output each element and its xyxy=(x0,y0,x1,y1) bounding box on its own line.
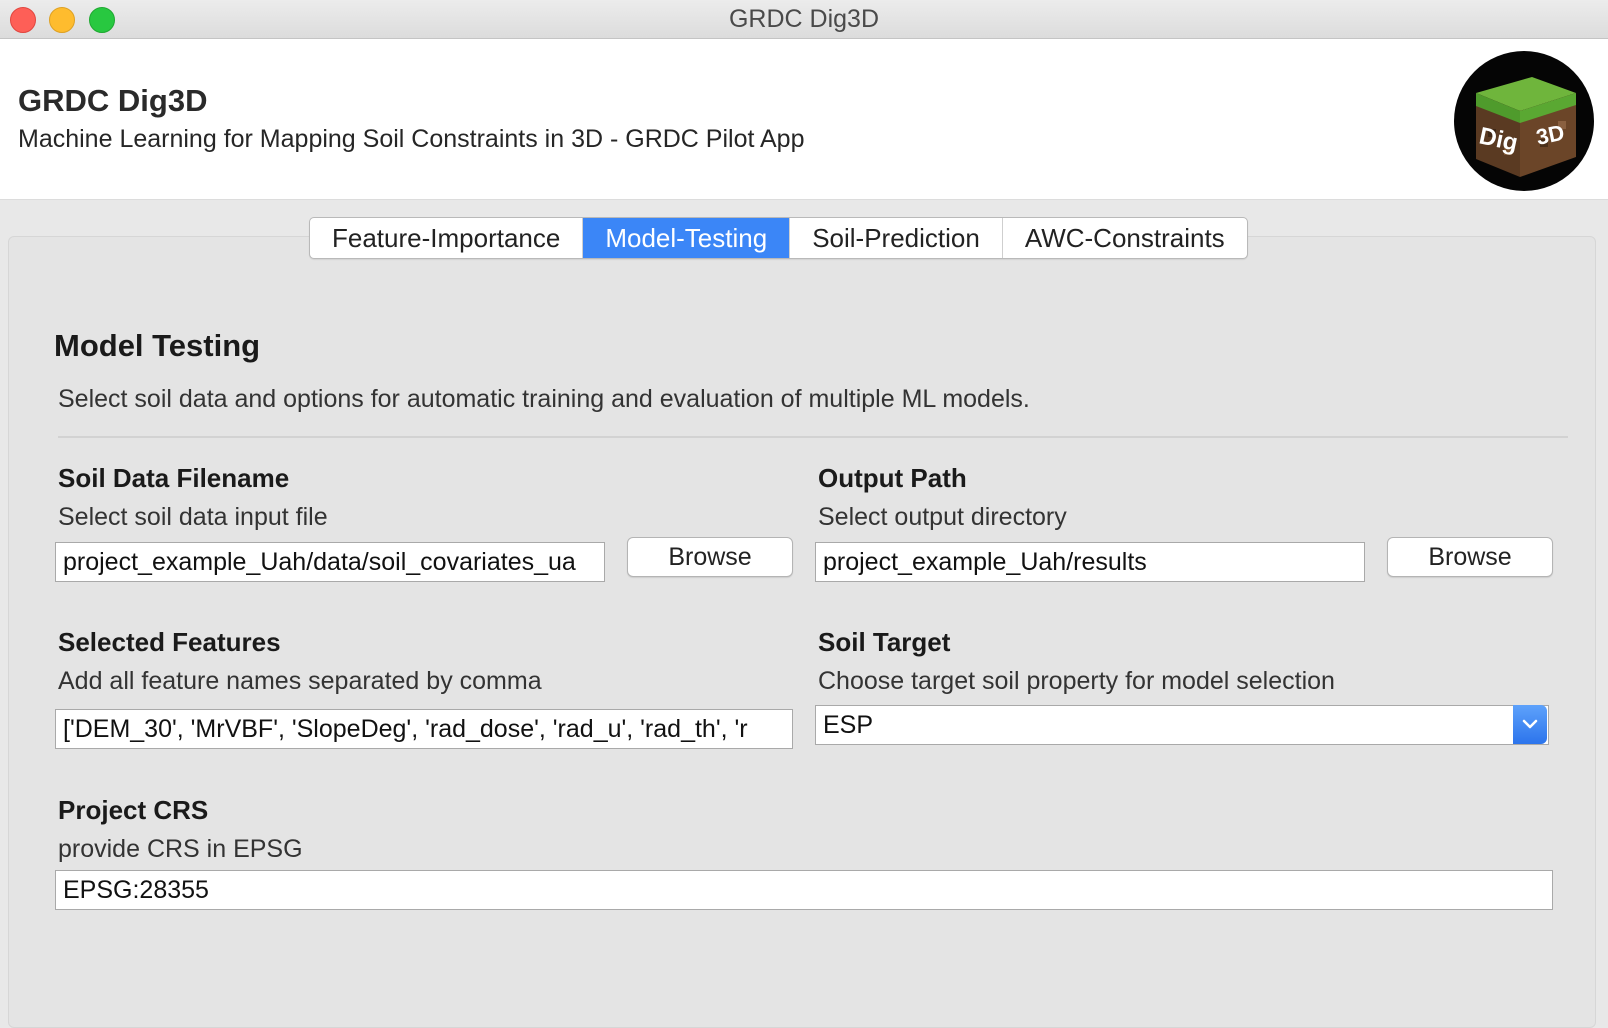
soil-target-select[interactable]: ESP xyxy=(815,705,1549,745)
tab-bar: Feature-Importance Model-Testing Soil-Pr… xyxy=(309,217,1248,259)
output-path-label: Output Path xyxy=(818,463,967,493)
dig3d-cube-icon: Dig 3D xyxy=(1476,77,1576,177)
page-description: Select soil data and options for automat… xyxy=(58,385,1030,413)
app-header: GRDC Dig3D Machine Learning for Mapping … xyxy=(0,39,1608,200)
soil-data-input[interactable]: project_example_Uah/data/soil_covariates… xyxy=(55,542,605,582)
page-title: Model Testing xyxy=(54,328,261,363)
section-divider xyxy=(58,436,1568,438)
tab-model-testing[interactable]: Model-Testing xyxy=(583,218,791,258)
soil-data-label: Soil Data Filename xyxy=(58,463,290,493)
selected-features-help: Add all feature names separated by comma xyxy=(58,667,542,695)
soil-target-help: Choose target soil property for model se… xyxy=(818,667,1335,695)
tab-soil-prediction[interactable]: Soil-Prediction xyxy=(790,218,1003,258)
chevron-down-icon[interactable] xyxy=(1513,705,1547,744)
output-path-input[interactable]: project_example_Uah/results xyxy=(815,542,1365,582)
selected-features-label: Selected Features xyxy=(58,627,281,657)
output-path-help: Select output directory xyxy=(818,503,1067,531)
window-title: GRDC Dig3D xyxy=(728,5,880,33)
project-crs-input[interactable]: EPSG:28355 xyxy=(55,870,1553,910)
app-subtitle: Machine Learning for Mapping Soil Constr… xyxy=(18,125,805,153)
window-titlebar: GRDC Dig3D xyxy=(0,0,1608,39)
soil-data-browse-button[interactable]: Browse xyxy=(627,537,793,577)
app-name: GRDC Dig3D xyxy=(18,83,208,118)
tab-awc-constraints[interactable]: AWC-Constraints xyxy=(1003,218,1247,258)
project-crs-label: Project CRS xyxy=(58,795,209,825)
output-path-browse-button[interactable]: Browse xyxy=(1387,537,1553,577)
project-crs-help: provide CRS in EPSG xyxy=(58,835,303,863)
tab-feature-importance[interactable]: Feature-Importance xyxy=(310,218,584,258)
selected-features-input[interactable]: ['DEM_30', 'MrVBF', 'SlopeDeg', 'rad_dos… xyxy=(55,709,793,749)
app-logo: Dig 3D xyxy=(1454,51,1594,191)
soil-target-label: Soil Target xyxy=(818,627,951,657)
soil-data-help: Select soil data input file xyxy=(58,503,328,531)
